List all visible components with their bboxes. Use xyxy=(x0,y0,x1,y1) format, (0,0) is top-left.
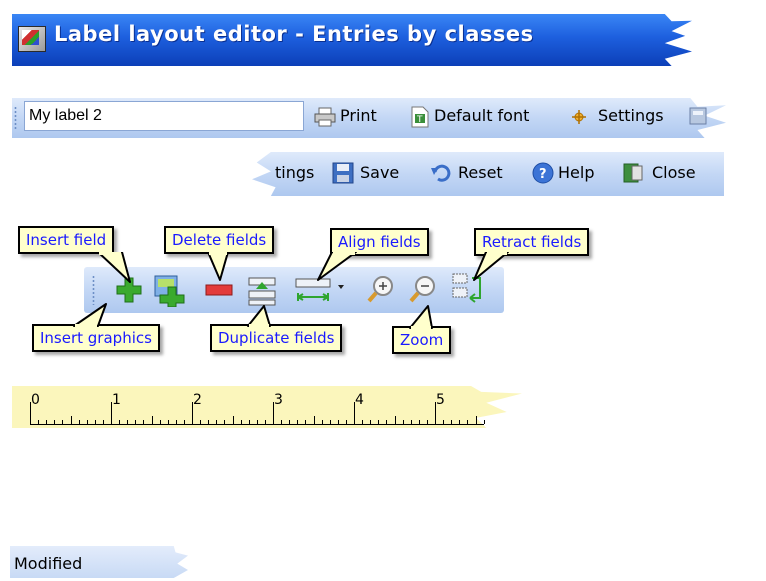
duplicate-fields-icon[interactable] xyxy=(246,274,278,306)
ruler-tick xyxy=(232,416,234,424)
label-name-input[interactable] xyxy=(24,101,304,131)
insert-graphics-callout-pointer xyxy=(73,303,107,328)
save-button[interactable]: Save xyxy=(332,162,416,184)
delete-fields-callout-pointer xyxy=(207,252,229,281)
retract-fields-callout-pointer xyxy=(473,252,509,281)
printer-icon xyxy=(314,107,336,127)
duplicate-fields-callout: Duplicate fields xyxy=(210,324,343,352)
overflow-icon[interactable] xyxy=(688,106,710,128)
ruler-tick xyxy=(273,402,274,424)
ruler-baseline xyxy=(30,424,484,425)
zoom-callout: Zoom xyxy=(392,326,452,354)
insert-graphics-icon[interactable] xyxy=(152,273,186,307)
ruler-tick xyxy=(435,402,436,424)
ruler-number: 1 xyxy=(112,392,121,408)
svg-text:T: T xyxy=(416,115,423,125)
exit-door-icon xyxy=(623,163,643,183)
print-label: Print xyxy=(340,106,377,125)
ruler-tick xyxy=(151,416,153,424)
settings-icon xyxy=(572,110,586,124)
reset-button[interactable]: Reset xyxy=(430,162,520,184)
ruler-number: 3 xyxy=(274,392,283,408)
default-font-button[interactable]: T Default font xyxy=(410,106,560,128)
save-icon xyxy=(332,162,354,184)
help-button[interactable]: ? Help xyxy=(532,162,612,184)
reset-label: Reset xyxy=(458,163,503,182)
print-button[interactable]: Print xyxy=(314,106,386,128)
ruler-number: 4 xyxy=(355,392,364,408)
duplicate-fields-callout-pointer xyxy=(247,305,271,328)
ruler-tick xyxy=(192,402,193,424)
help-label: Help xyxy=(558,163,595,182)
status-text: Modified xyxy=(14,554,83,573)
ruler-number: 0 xyxy=(31,392,40,408)
ruler-tick xyxy=(394,416,396,424)
ruler-number: 5 xyxy=(436,392,445,408)
settings-partial-label[interactable]: tings xyxy=(275,163,314,183)
delete-fields-icon[interactable] xyxy=(204,282,234,298)
close-label: Close xyxy=(652,163,696,182)
settings-button[interactable]: Settings xyxy=(570,106,680,128)
default-font-label: Default font xyxy=(434,106,530,125)
zoom-callout-pointer xyxy=(409,305,433,330)
close-button[interactable]: Close xyxy=(622,162,712,184)
zoom-out-icon[interactable] xyxy=(408,274,438,304)
save-label: Save xyxy=(360,163,400,182)
ruler-tick xyxy=(354,402,355,424)
settings-label: Settings xyxy=(598,106,664,125)
align-fields-callout-pointer xyxy=(317,252,357,281)
app-icon xyxy=(18,26,46,52)
ruler-tick xyxy=(313,416,315,424)
ruler-tick xyxy=(70,416,72,424)
ruler-tick xyxy=(483,420,485,424)
insert-graphics-callout: Insert graphics xyxy=(32,324,160,352)
ruler-tick xyxy=(475,416,477,424)
undo-icon xyxy=(431,164,451,182)
delete-fields-callout: Delete fields xyxy=(164,226,275,254)
ruler-number: 2 xyxy=(193,392,202,408)
insert-field-callout: Insert field xyxy=(18,226,115,254)
window-title: Label layout editor - Entries by classes xyxy=(54,22,534,46)
format-toolbar-grip[interactable] xyxy=(92,275,95,305)
toolbar-grip[interactable] xyxy=(14,106,17,130)
insert-field-callout-pointer xyxy=(97,252,131,283)
zoom-in-icon[interactable] xyxy=(366,274,396,304)
font-document-icon: T xyxy=(411,106,429,128)
ruler-scale: 0 1 2 3 4 5 xyxy=(30,392,500,428)
svg-text:?: ? xyxy=(539,167,547,182)
ruler-tick xyxy=(30,402,31,424)
ruler-tick xyxy=(111,402,112,424)
help-icon: ? xyxy=(532,162,554,184)
